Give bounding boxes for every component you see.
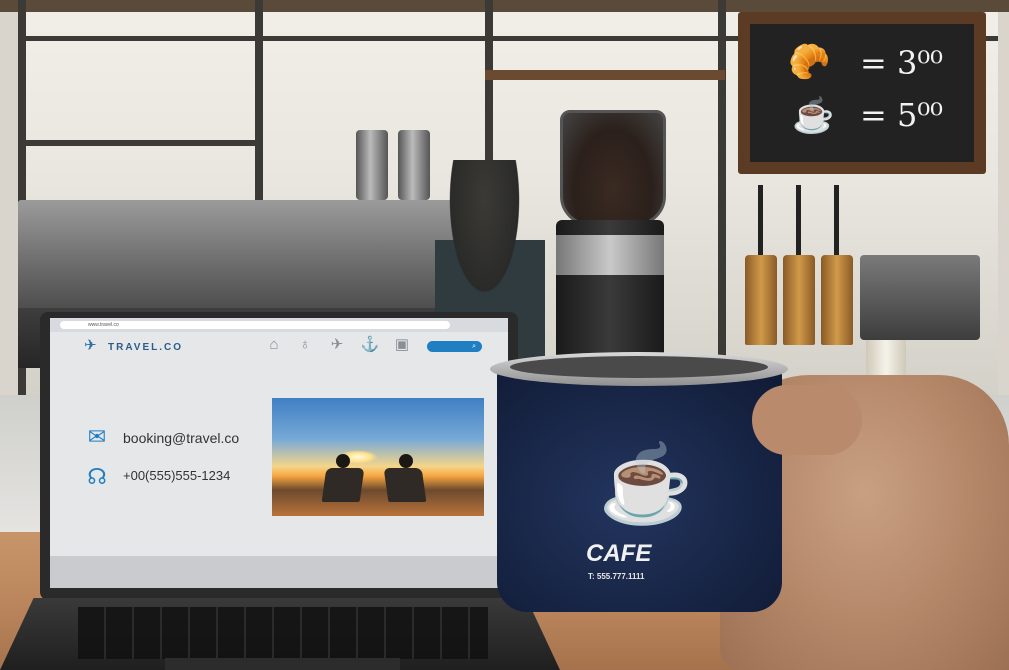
fingers — [752, 385, 862, 455]
laptop-screen: www.travel.co ✈ TRAVEL.CO ⌂ ♁ ✈ ⚓ ▣ ⌕ ✉ … — [50, 318, 508, 588]
milk-pitcher — [398, 130, 430, 200]
window-frame-rail — [18, 140, 258, 146]
price-croissant: = 3⁰⁰ — [860, 44, 943, 82]
coffee-cup-icon: ☕ — [792, 96, 835, 136]
laptop-keyboard — [78, 607, 488, 659]
price-coffee: = 5⁰⁰ — [860, 96, 943, 134]
browser-address-bar[interactable]: www.travel.co — [60, 321, 450, 329]
home-icon[interactable]: ⌂ — [264, 336, 284, 354]
laptop-trackpad — [165, 658, 400, 670]
syrup-pump — [796, 185, 801, 255]
person-head — [336, 454, 350, 468]
contact-email[interactable]: booking@travel.co — [123, 430, 239, 446]
croissant-icon: 🥐 — [788, 42, 831, 82]
mug-opening — [510, 356, 768, 378]
location-pin-icon[interactable]: ♁ — [295, 336, 315, 354]
window-frame-mid-right — [718, 0, 726, 380]
contact-phone[interactable]: +00(555)555-1234 — [123, 468, 230, 483]
espresso-machine — [18, 200, 458, 310]
bus-icon[interactable]: ▣ — [392, 336, 412, 354]
travel-logo-icon: ✈ — [84, 337, 97, 354]
wooden-shelf — [485, 70, 725, 80]
mug-brand: CAFE — [586, 540, 652, 567]
milk-pitcher — [356, 130, 388, 200]
syrup-bottle — [821, 255, 853, 345]
brand-name[interactable]: TRAVEL.CO — [108, 342, 183, 353]
syrup-pump — [758, 185, 763, 255]
headset-icon: ☊ — [87, 464, 107, 489]
grinder-hopper — [560, 110, 666, 226]
steaming-cup-icon: ☕ — [598, 442, 694, 527]
second-espresso-machine — [860, 255, 980, 340]
search-icon: ⌕ — [472, 343, 476, 350]
mail-icon: ✉ — [87, 424, 107, 449]
site-footer — [50, 556, 508, 588]
cafe-scene: 🥐 = 3⁰⁰ ☕ = 5⁰⁰ www.travel.co ✈ TRAVEL.C… — [0, 0, 1009, 670]
beach-chair-left — [321, 468, 365, 502]
plane-icon[interactable]: ✈ — [327, 336, 347, 354]
syrup-bottle — [783, 255, 815, 345]
search-button[interactable]: ⌕ — [427, 341, 482, 352]
beach-sunset-photo — [272, 398, 484, 516]
grinder-collar — [556, 235, 664, 275]
mug-phone: T: 555.777.1111 — [588, 572, 645, 581]
person-head — [399, 454, 413, 468]
window-frame-mid-left — [255, 0, 263, 200]
ceiling-beam — [0, 0, 1009, 12]
syrup-pump — [834, 185, 839, 255]
anchor-icon[interactable]: ⚓ — [360, 336, 380, 354]
syrup-bottle — [745, 255, 777, 345]
beach-chair-right — [383, 468, 427, 502]
